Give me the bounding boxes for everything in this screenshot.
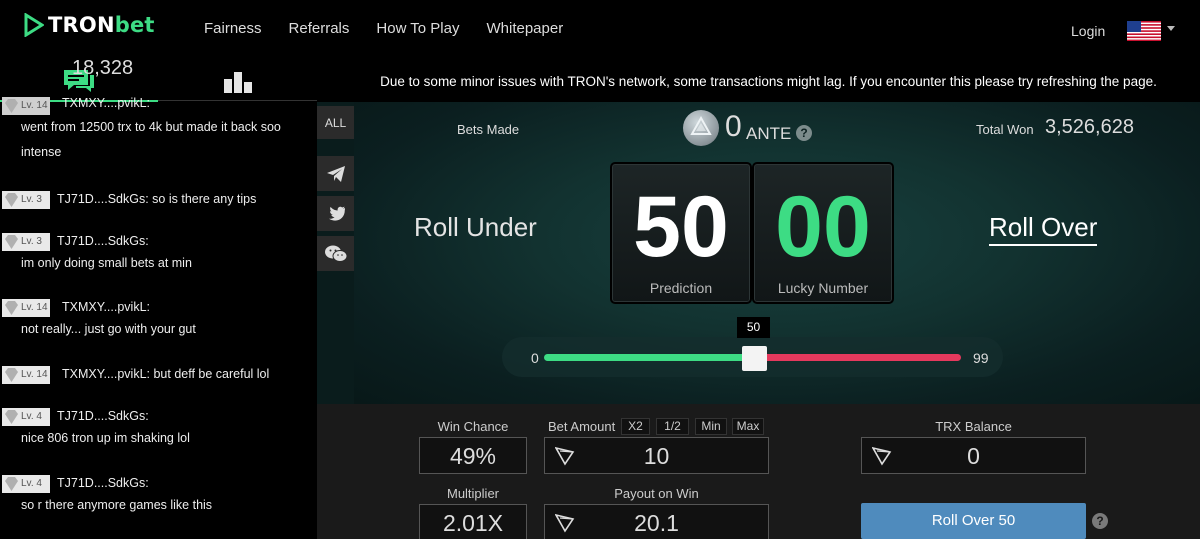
diamond-icon xyxy=(5,193,18,207)
main-nav: Fairness Referrals How To Play Whitepape… xyxy=(204,20,590,37)
max-button[interactable]: Max xyxy=(732,418,764,435)
chat-sidebar: Lv. 14 TXMXY....pvikL: went from 12500 t… xyxy=(0,60,317,539)
chat-username[interactable]: TXMXY....pvikL: xyxy=(62,96,150,110)
top-header: TRONbet Fairness Referrals How To Play W… xyxy=(0,0,1200,60)
roll-over-option[interactable]: Roll Over xyxy=(989,212,1098,246)
bets-made-value: 18,328 xyxy=(72,57,134,79)
level-badge: Lv. 4 xyxy=(2,475,50,493)
trx-balance-field: 0 xyxy=(861,437,1086,474)
ante-coin-icon xyxy=(683,110,719,146)
login-link[interactable]: Login xyxy=(1071,23,1105,39)
level-badge: Lv. 3 xyxy=(2,233,50,251)
chat-username[interactable]: TJ71D....SdkGs: xyxy=(57,409,149,423)
chat-message: Lv. 14 TXMXY....pvikL: not really... jus… xyxy=(0,298,317,336)
twitter-icon xyxy=(328,206,345,221)
wechat-button[interactable] xyxy=(317,236,354,271)
trx-balance-label: TRX Balance xyxy=(935,419,1012,434)
chat-text: so r there anymore games like this xyxy=(21,498,213,512)
chat-username[interactable]: TXMXY....pvikL: xyxy=(62,300,150,314)
payout-label: Payout on Win xyxy=(614,486,699,501)
tronbet-logo[interactable]: TRONbet xyxy=(24,13,155,37)
half-button[interactable]: 1/2 xyxy=(656,418,689,435)
level-badge: Lv. 14 xyxy=(2,299,50,317)
chat-message: Lv. 4 TJ71D....SdkGs: so r there anymore… xyxy=(0,474,317,512)
chat-message: Lv. 3 TJ71D....SdkGs: im only doing smal… xyxy=(0,232,317,270)
min-button[interactable]: Min xyxy=(695,418,727,435)
chat-message: Lv. 14 TXMXY....pvikL: but deff be caref… xyxy=(0,365,317,385)
total-won-value: 3,526,628 xyxy=(1045,116,1134,138)
prediction-label: Prediction xyxy=(649,280,713,296)
payout-field: 20.1 xyxy=(544,504,769,539)
lucky-number-label: Lucky Number xyxy=(777,280,869,296)
ante-help-icon[interactable]: ? xyxy=(796,125,812,141)
level-badge: Lv. 14 xyxy=(2,97,50,115)
diamond-icon xyxy=(5,235,18,249)
roll-under-option[interactable]: Roll Under xyxy=(414,212,537,243)
slider-thumb[interactable] xyxy=(742,346,767,371)
chat-username[interactable]: TXMXY....pvikL: but deff be careful lol xyxy=(62,367,269,381)
ante-label: ANTE xyxy=(746,124,792,143)
bet-amount-label: Bet Amount xyxy=(548,419,616,434)
level-badge: Lv. 3 xyxy=(2,191,50,209)
chat-message: Lv. 3 TJ71D....SdkGs: so is there any ti… xyxy=(0,190,317,210)
chat-text: nice 806 tron up im shaking lol xyxy=(21,431,190,445)
nav-how-to-play[interactable]: How To Play xyxy=(376,20,459,37)
leaderboard-icon xyxy=(224,72,252,93)
slider-min-label: 0 xyxy=(531,350,539,366)
logo-play-icon xyxy=(24,13,44,37)
nav-whitepaper[interactable]: Whitepaper xyxy=(486,20,563,37)
roll-over-button[interactable]: Roll Over 50 xyxy=(861,503,1086,539)
diamond-icon xyxy=(5,477,18,491)
all-filter-button[interactable]: ALL xyxy=(317,106,354,139)
chat-username[interactable]: TJ71D....SdkGs: so is there any tips xyxy=(57,192,256,206)
win-chance-label: Win Chance xyxy=(437,419,509,434)
nav-referrals[interactable]: Referrals xyxy=(289,20,350,37)
chat-message: Lv. 4 TJ71D....SdkGs: nice 806 tron up i… xyxy=(0,407,317,445)
multiplier-field: 2.01X xyxy=(419,504,527,539)
ante-value: 0 xyxy=(725,110,742,143)
diamond-icon xyxy=(5,410,18,424)
chat-text: went from 12500 trx to 4k but made it ba… xyxy=(21,120,281,134)
chat-username[interactable]: TJ71D....SdkGs: xyxy=(57,476,149,490)
chat-username[interactable]: TJ71D....SdkGs: xyxy=(57,234,149,248)
slider-max-label: 99 xyxy=(973,350,989,366)
chat-message: Lv. 14 TXMXY....pvikL: went from 12500 t… xyxy=(0,96,317,159)
telegram-icon xyxy=(326,165,345,182)
level-badge: Lv. 14 xyxy=(2,366,50,384)
x2-button[interactable]: X2 xyxy=(621,418,650,435)
bets-made-label: Bets Made xyxy=(457,122,520,137)
nav-fairness[interactable]: Fairness xyxy=(204,20,262,37)
diamond-icon xyxy=(5,99,18,113)
language-caret-icon[interactable] xyxy=(1167,26,1175,31)
prediction-card: 50 Prediction xyxy=(610,162,752,304)
wechat-icon xyxy=(324,245,347,262)
prediction-value: 50 xyxy=(633,179,729,275)
diamond-icon xyxy=(5,301,18,315)
telegram-button[interactable] xyxy=(317,156,354,191)
level-badge: Lv. 4 xyxy=(2,408,50,426)
brand-name: TRONbet xyxy=(48,13,155,37)
win-chance-field: 49% xyxy=(419,437,527,474)
us-flag-icon[interactable] xyxy=(1127,21,1161,41)
chat-text: not really... just go with your gut xyxy=(21,322,196,336)
total-won-label: Total Won xyxy=(976,122,1034,137)
lucky-number-value: 00 xyxy=(775,179,871,275)
chat-text: intense xyxy=(21,145,62,159)
twitter-button[interactable] xyxy=(317,196,354,231)
slider-value-tooltip: 50 xyxy=(737,317,770,338)
chat-text: im only doing small bets at min xyxy=(21,256,192,270)
diamond-icon xyxy=(5,368,18,382)
slider-track-over[interactable] xyxy=(754,354,961,361)
bet-amount-input[interactable]: 10 xyxy=(544,437,769,474)
network-notice: Due to some minor issues with TRON's net… xyxy=(317,60,1200,102)
slider-track-under[interactable] xyxy=(544,354,756,361)
multiplier-label: Multiplier xyxy=(446,486,499,501)
roll-help-icon[interactable]: ? xyxy=(1092,513,1108,529)
lucky-number-card: 00 Lucky Number xyxy=(752,162,894,304)
